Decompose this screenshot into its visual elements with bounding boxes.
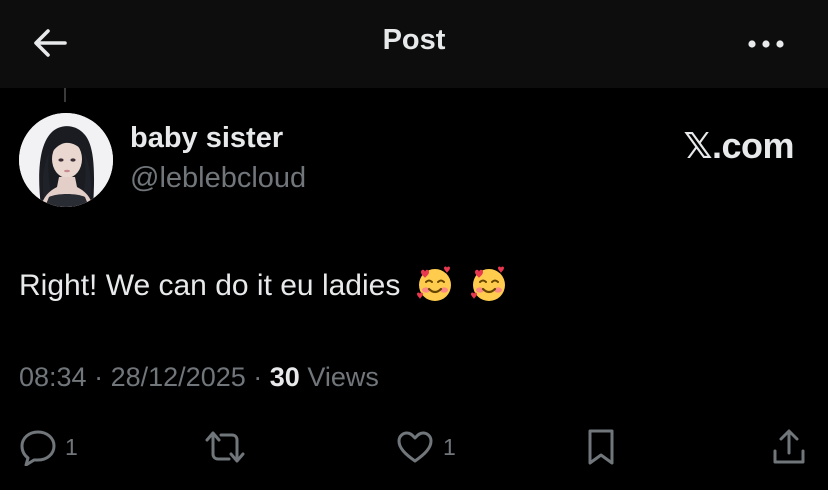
meta-separator: · xyxy=(253,362,263,392)
share-icon xyxy=(773,429,805,464)
more-options-button[interactable] xyxy=(744,28,788,60)
page-title: Post xyxy=(382,24,446,56)
post-meta: 08:34 · 28/12/2025 · 30 Views xyxy=(19,362,379,393)
like-button[interactable]: 1 xyxy=(395,425,456,469)
bookmark-button[interactable] xyxy=(584,425,618,469)
bookmark-icon xyxy=(588,429,614,465)
share-button[interactable] xyxy=(769,425,809,469)
meta-separator: · xyxy=(94,362,104,392)
avatar[interactable] xyxy=(19,113,113,207)
reply-button[interactable]: 1 xyxy=(19,425,78,469)
smiling-face-with-hearts-icon xyxy=(471,266,506,301)
thread-connector-line xyxy=(64,88,66,102)
more-horizontal-icon xyxy=(748,40,784,48)
top-bar: Post xyxy=(0,0,828,88)
author-handle[interactable]: @leblebcloud xyxy=(130,162,306,195)
reply-icon xyxy=(20,430,56,466)
repost-icon xyxy=(205,431,245,463)
like-count: 1 xyxy=(443,433,456,460)
smiling-face-with-hearts-icon xyxy=(416,266,451,301)
action-bar: 1 1 xyxy=(0,425,828,475)
repost-button[interactable] xyxy=(203,425,255,469)
views-label: Views xyxy=(307,362,379,392)
user-avatar-icon xyxy=(19,113,113,207)
post-text-content: Right! We can do it eu ladies xyxy=(19,269,401,302)
post-text: Right! We can do it eu ladies xyxy=(19,264,509,304)
site-watermark: 𝕏.com xyxy=(683,125,794,166)
reply-count: 1 xyxy=(65,433,78,460)
author-display-name[interactable]: baby sister xyxy=(130,122,283,155)
heart-icon xyxy=(397,431,433,463)
post-time[interactable]: 08:34 xyxy=(19,362,87,392)
views-count[interactable]: 30 xyxy=(270,362,300,392)
post-date[interactable]: 28/12/2025 xyxy=(111,362,246,392)
